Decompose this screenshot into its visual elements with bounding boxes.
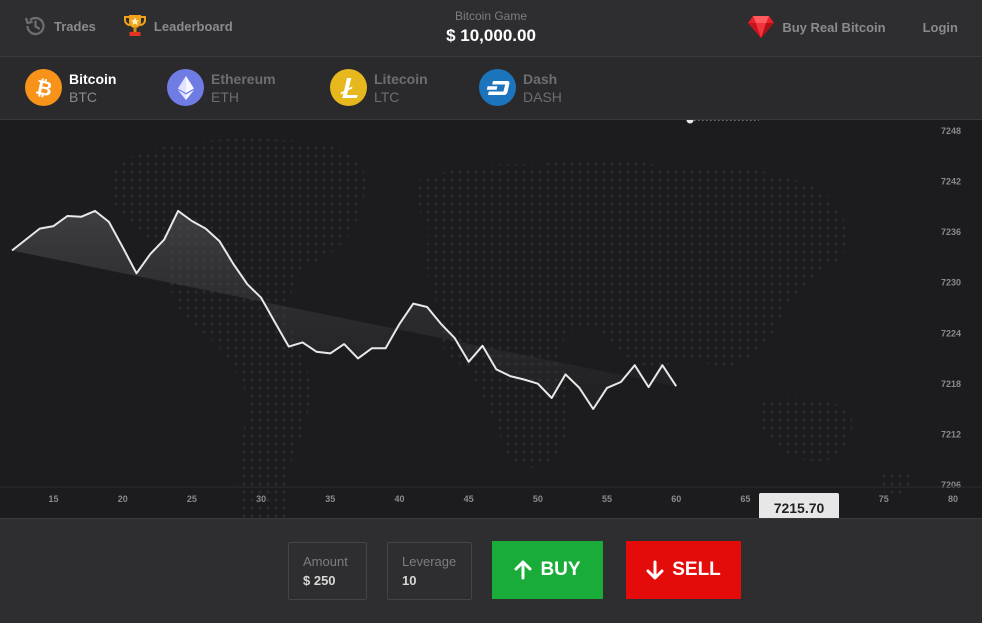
buy-real-bitcoin-link[interactable]: Buy Real Bitcoin <box>747 14 886 40</box>
svg-text:₿: ₿ <box>34 76 54 100</box>
buy-label: BUY <box>540 559 581 580</box>
arrow-down-icon <box>646 560 664 580</box>
y-tick-label: 7230 <box>941 278 961 288</box>
y-tick-label: 7242 <box>941 177 961 187</box>
coin-tab-ethereum[interactable]: Ethereum ETH <box>167 69 276 106</box>
y-tick-label: 7224 <box>941 328 961 338</box>
world-map-background <box>110 138 915 518</box>
price-chart-svg: 7206 7212 7218 7224 7230 7236 7242 7248 15 20 25 3… <box>0 120 982 518</box>
x-tick-label: 75 <box>879 494 889 504</box>
login-link[interactable]: Login <box>923 20 958 35</box>
x-tick-label: 25 <box>187 494 197 504</box>
coin-selector: ₿ Bitcoin BTC Ethereum ETH Litecoin LTC … <box>0 57 982 120</box>
buy-real-bitcoin-label: Buy Real Bitcoin <box>782 19 886 35</box>
litecoin-icon <box>330 69 367 106</box>
coin-tab-bitcoin[interactable]: ₿ Bitcoin BTC <box>25 69 116 106</box>
y-axis: 7206 7212 7218 7224 7230 7236 7242 7248 <box>941 126 961 490</box>
coin-name: Litecoin <box>374 70 428 87</box>
coin-ticker: LTC <box>374 88 400 105</box>
y-tick-label: 7236 <box>941 227 961 237</box>
x-tick-label: 30 <box>256 494 266 504</box>
amount-label: Amount <box>303 554 348 569</box>
x-tick-label: 80 <box>948 494 958 504</box>
price-chart[interactable]: 7206 7212 7218 7224 7230 7236 7242 7248 15 20 25 3… <box>0 120 982 523</box>
x-tick-label: 35 <box>325 494 335 504</box>
coin-name: Ethereum <box>211 70 276 87</box>
x-tick-label: 50 <box>533 494 543 504</box>
x-tick-label: 60 <box>671 494 681 504</box>
y-tick-label: 7212 <box>941 429 961 439</box>
coin-ticker: BTC <box>69 88 97 105</box>
y-tick-label: 7248 <box>941 126 961 136</box>
coin-ticker: ETH <box>211 88 239 105</box>
x-tick-label: 65 <box>740 494 750 504</box>
bitcoin-icon: ₿ <box>25 69 62 106</box>
x-tick-label: 45 <box>464 494 474 504</box>
coin-tab-litecoin[interactable]: Litecoin LTC <box>330 69 428 106</box>
leverage-value: 10 <box>402 573 417 588</box>
coin-name: Bitcoin <box>69 70 117 87</box>
x-tick-label: 40 <box>394 494 404 504</box>
leverage-field[interactable]: Leverage 10 <box>387 542 472 600</box>
trade-panel: Amount $ 250 Leverage 10 BUY SELL <box>0 518 982 623</box>
top-bar: Trades Leaderboard Bitcoin Game $ 10,000… <box>0 0 982 57</box>
coin-ticker: DASH <box>523 88 562 105</box>
ethereum-icon <box>167 69 204 106</box>
account-nav: Buy Real Bitcoin Login <box>747 14 958 40</box>
amount-field[interactable]: Amount $ 250 <box>288 542 367 600</box>
current-price-marker <box>686 120 694 124</box>
leverage-label: Leverage <box>402 554 457 569</box>
buy-button[interactable]: BUY <box>492 541 603 599</box>
coin-tab-dash[interactable]: Dash DASH <box>479 69 562 106</box>
dash-icon <box>479 69 516 106</box>
x-tick-label: 55 <box>602 494 612 504</box>
x-tick-label: 20 <box>118 494 128 504</box>
amount-value: $ 250 <box>303 573 336 588</box>
sell-button[interactable]: SELL <box>626 541 741 599</box>
arrow-up-icon <box>514 560 532 580</box>
y-tick-label: 7206 <box>941 480 961 490</box>
sell-label: SELL <box>672 559 721 580</box>
x-tick-label: 15 <box>49 494 59 504</box>
y-tick-label: 7218 <box>941 379 961 389</box>
ruby-icon <box>747 14 775 40</box>
coin-name: Dash <box>523 70 558 87</box>
